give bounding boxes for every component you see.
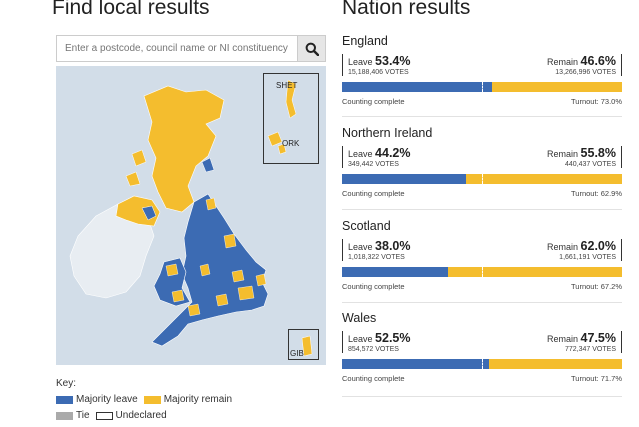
count-status: Counting complete: [342, 189, 405, 198]
nation-name: Wales: [342, 311, 377, 325]
remain-label: Remain: [547, 57, 579, 67]
remain-votes: 1,661,191 VOTES: [559, 254, 616, 261]
result-bar: [342, 82, 622, 92]
orkney-label: ORK: [282, 139, 300, 148]
remain-votes: 13,266,996 VOTES: [555, 69, 616, 76]
remain-result: Remain 62.0% 1,661,191 VOTES: [547, 239, 622, 261]
search-bar: [56, 35, 326, 62]
leave-pct: 38.0%: [375, 239, 411, 253]
leave-result: Leave 53.4% 15,188,406 VOTES: [342, 54, 411, 76]
nation-card-england[interactable]: England Leave 53.4% 15,188,406 VOTES Rem…: [342, 34, 622, 106]
count-status: Counting complete: [342, 374, 405, 383]
count-status: Counting complete: [342, 282, 405, 291]
divider: [342, 396, 622, 397]
remain-votes: 772,347 VOTES: [565, 346, 616, 353]
nation-name: England: [342, 34, 388, 48]
leave-result: Leave 52.5% 854,572 VOTES: [342, 331, 411, 353]
leave-bar-fill: [342, 174, 466, 184]
key-row-majorities: Majority leave Majority remain: [56, 394, 238, 405]
remain-label: Remain: [547, 334, 579, 344]
key-tie-label: Tie: [76, 410, 90, 421]
shetland-label: SHET: [276, 81, 298, 90]
remain-pct: 62.0%: [580, 239, 616, 253]
midpoint-marker: [482, 359, 483, 369]
remain-pct: 47.5%: [580, 331, 616, 345]
leave-bar-fill: [342, 267, 449, 277]
leave-pct: 52.5%: [375, 331, 411, 345]
result-bar: [342, 267, 622, 277]
remain-result: Remain 47.5% 772,347 VOTES: [547, 331, 622, 353]
nation-card-northern-ireland[interactable]: Northern Ireland Leave 44.2% 349,442 VOT…: [342, 126, 622, 198]
gibraltar-label: GIB: [290, 349, 304, 358]
count-status: Counting complete: [342, 97, 405, 106]
leave-pct: 53.4%: [375, 54, 411, 68]
remain-pct: 46.6%: [580, 54, 616, 68]
divider: [342, 209, 622, 210]
search-button[interactable]: [298, 35, 326, 62]
leave-label: Leave: [348, 334, 373, 344]
leave-result: Leave 44.2% 349,442 VOTES: [342, 146, 411, 168]
result-bar: [342, 359, 622, 369]
leave-bar-fill: [342, 359, 489, 369]
key-title: Key:: [56, 378, 77, 389]
leave-label: Leave: [348, 149, 373, 159]
turnout: Turnout: 71.7%: [570, 374, 622, 383]
leave-result: Leave 38.0% 1,018,322 VOTES: [342, 239, 411, 261]
midpoint-marker: [482, 82, 483, 92]
leave-swatch: [56, 395, 73, 404]
remain-pct: 55.8%: [580, 146, 616, 160]
turnout: Turnout: 73.0%: [570, 97, 622, 106]
midpoint-marker: [482, 174, 483, 184]
remain-label: Remain: [547, 149, 579, 159]
search-icon: [305, 42, 319, 56]
scotland-region: [143, 85, 225, 213]
undeclared-swatch: [95, 411, 113, 420]
leave-pct: 44.2%: [375, 146, 411, 160]
leave-votes: 15,188,406 VOTES: [348, 69, 409, 76]
key-remain-label: Majority remain: [163, 394, 233, 405]
search-input[interactable]: [56, 35, 298, 62]
leave-votes: 349,442 VOTES: [348, 161, 399, 168]
find-local-results-heading: Find local results: [52, 0, 210, 19]
turnout: Turnout: 67.2%: [570, 282, 622, 291]
remain-votes: 440,437 VOTES: [565, 161, 616, 168]
results-map[interactable]: SHET ORK GIB: [56, 66, 326, 365]
result-bar: [342, 174, 622, 184]
nation-name: Northern Ireland: [342, 126, 433, 140]
remain-result: Remain 55.8% 440,437 VOTES: [547, 146, 622, 168]
remain-result: Remain 46.6% 13,266,996 VOTES: [547, 54, 622, 76]
key-row-other: Tie Undeclared: [56, 410, 173, 421]
midpoint-marker: [482, 267, 483, 277]
nation-results-heading: Nation results: [342, 0, 471, 19]
tie-swatch: [56, 411, 73, 420]
nation-card-wales[interactable]: Wales Leave 52.5% 854,572 VOTES Remain 4…: [342, 311, 622, 383]
leave-label: Leave: [348, 242, 373, 252]
leave-votes: 854,572 VOTES: [348, 346, 399, 353]
divider: [342, 116, 622, 117]
key-undeclared-label: Undeclared: [115, 410, 167, 421]
leave-votes: 1,018,322 VOTES: [348, 254, 405, 261]
leave-bar-fill: [342, 82, 492, 92]
divider: [342, 302, 622, 303]
remain-label: Remain: [547, 242, 579, 252]
remain-swatch: [143, 395, 161, 404]
nation-card-scotland[interactable]: Scotland Leave 38.0% 1,018,322 VOTES Rem…: [342, 219, 622, 291]
turnout: Turnout: 62.9%: [570, 189, 622, 198]
leave-label: Leave: [348, 57, 373, 67]
nation-name: Scotland: [342, 219, 391, 233]
key-leave-label: Majority leave: [76, 394, 138, 405]
